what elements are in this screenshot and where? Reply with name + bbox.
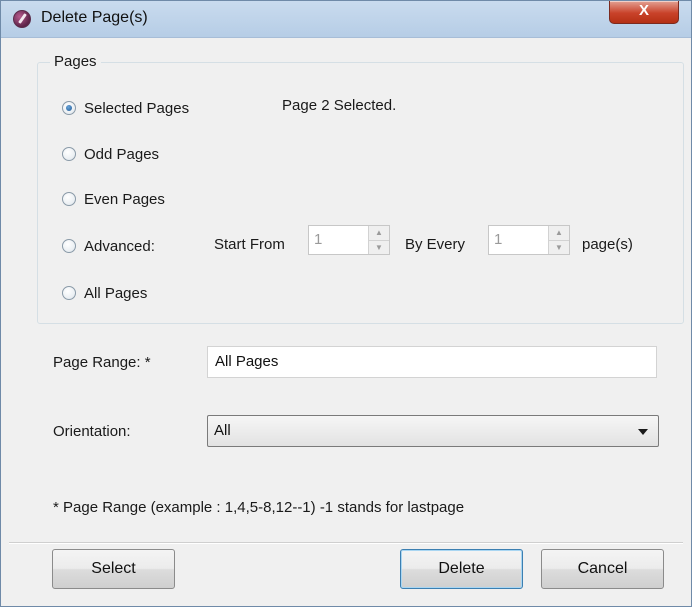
- spin-down-icon[interactable]: ▼: [549, 241, 569, 255]
- radio-even-pages[interactable]: Even Pages: [62, 189, 165, 209]
- by-every-spin-arrows[interactable]: ▲ ▼: [548, 226, 569, 254]
- spin-down-icon[interactable]: ▼: [369, 241, 389, 255]
- orientation-select[interactable]: All: [207, 415, 659, 447]
- radio-odd-pages[interactable]: Odd Pages: [62, 144, 159, 164]
- radio-label-even-pages: Even Pages: [84, 190, 165, 208]
- by-every-label: By Every: [405, 236, 466, 253]
- select-button[interactable]: Select: [52, 549, 175, 589]
- footer-divider: [9, 542, 683, 544]
- by-every-value[interactable]: 1: [489, 226, 548, 254]
- page-range-input[interactable]: All Pages: [207, 346, 657, 378]
- selected-info-text: Page 2 Selected.: [282, 97, 397, 114]
- page-unit-label: page(s): [582, 236, 633, 253]
- pages-group-legend: Pages: [50, 53, 101, 70]
- orientation-value: All: [214, 422, 231, 439]
- app-icon: [13, 10, 31, 28]
- delete-button[interactable]: Delete: [400, 549, 523, 589]
- spin-up-icon[interactable]: ▲: [369, 226, 389, 241]
- radio-button-selected[interactable]: [62, 101, 76, 115]
- page-range-note: * Page Range (example : 1,4,5-8,12--1) -…: [53, 499, 465, 516]
- orientation-label: Orientation:: [53, 423, 131, 440]
- start-from-spin-arrows[interactable]: ▲ ▼: [368, 226, 389, 254]
- start-from-stepper[interactable]: 1 ▲ ▼: [308, 225, 390, 255]
- radio-label-odd-pages: Odd Pages: [84, 145, 160, 163]
- start-from-label: Start From: [214, 236, 285, 253]
- start-from-value[interactable]: 1: [309, 226, 368, 254]
- radio-button-odd[interactable]: [62, 147, 76, 161]
- radio-all-pages[interactable]: All Pages: [62, 283, 147, 303]
- radio-label-all-pages: All Pages: [84, 284, 148, 302]
- radio-label-advanced: Advanced:: [84, 237, 155, 255]
- delete-pages-dialog: Delete Page(s) X Pages Selected Pages Pa…: [0, 0, 692, 607]
- close-button[interactable]: X: [609, 1, 679, 24]
- window-title: Delete Page(s): [41, 9, 148, 26]
- title-bar[interactable]: Delete Page(s) X: [1, 1, 691, 38]
- radio-label-selected-pages: Selected Pages: [84, 99, 190, 117]
- radio-button-even[interactable]: [62, 192, 76, 206]
- pages-group: Pages Selected Pages Page 2 Selected. Od…: [37, 53, 684, 324]
- radio-advanced[interactable]: Advanced:: [62, 236, 155, 256]
- close-icon: X: [638, 2, 649, 19]
- radio-selected-pages[interactable]: Selected Pages: [62, 98, 189, 118]
- radio-button-advanced[interactable]: [62, 239, 76, 253]
- dialog-body: Pages Selected Pages Page 2 Selected. Od…: [9, 37, 684, 600]
- cancel-button[interactable]: Cancel: [541, 549, 664, 589]
- by-every-stepper[interactable]: 1 ▲ ▼: [488, 225, 570, 255]
- spin-up-icon[interactable]: ▲: [549, 226, 569, 241]
- page-range-label: Page Range: *: [53, 354, 151, 371]
- chevron-down-icon[interactable]: [638, 429, 648, 435]
- radio-button-all[interactable]: [62, 286, 76, 300]
